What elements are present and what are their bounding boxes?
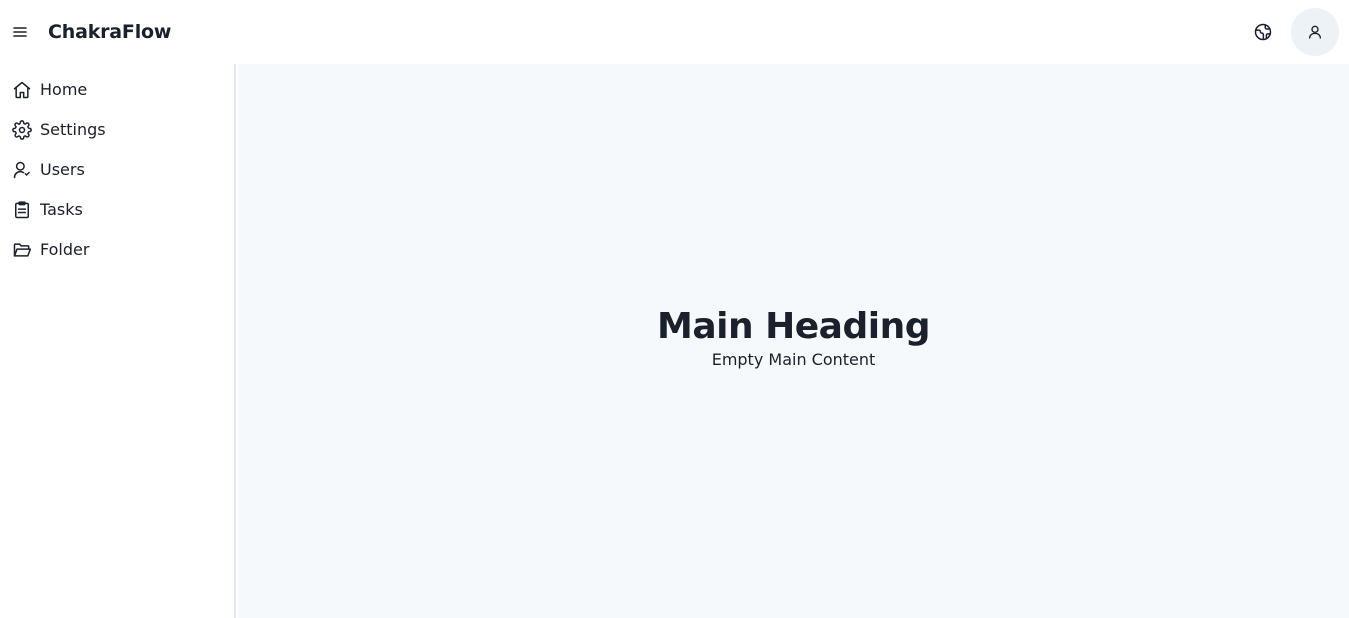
- sidebar-item-label: Tasks: [40, 200, 83, 219]
- top-header: ChakraFlow: [0, 0, 1349, 64]
- sidebar-item-folder[interactable]: Folder: [0, 230, 234, 270]
- profile-avatar-button[interactable]: [1291, 8, 1339, 56]
- sidebar-item-label: Settings: [40, 120, 106, 139]
- folder-open-icon: [12, 240, 32, 260]
- sidebar-item-label: Users: [40, 160, 85, 179]
- sidebar-item-label: Folder: [40, 240, 90, 259]
- menu-button[interactable]: [8, 20, 32, 44]
- sidebar-item-tasks[interactable]: Tasks: [0, 190, 234, 230]
- sidebar-item-home[interactable]: Home: [0, 70, 234, 110]
- main-content-inner: Main Heading Empty Main Content: [657, 305, 930, 371]
- app-root: ChakraFlow Home Settings Users Tasks Fol…: [0, 0, 1349, 618]
- home-icon: [12, 80, 32, 100]
- user-icon: [12, 160, 32, 180]
- language-button[interactable]: [1247, 16, 1279, 48]
- sidebar-nav: Home Settings Users Tasks Folder: [0, 64, 236, 618]
- hamburger-menu-icon: [13, 26, 27, 38]
- clipboard-icon: [12, 200, 32, 220]
- page-title: Main Heading: [657, 306, 930, 347]
- main-content: Main Heading Empty Main Content: [238, 64, 1349, 618]
- globe-icon: [1254, 23, 1272, 41]
- sidebar-item-label: Home: [40, 80, 88, 99]
- app-brand: ChakraFlow: [48, 21, 172, 43]
- gear-icon: [12, 120, 32, 140]
- page-subtitle: Empty Main Content: [711, 350, 876, 369]
- sidebar-item-settings[interactable]: Settings: [0, 110, 234, 150]
- user-icon: [1307, 24, 1323, 40]
- sidebar-item-users[interactable]: Users: [0, 150, 234, 190]
